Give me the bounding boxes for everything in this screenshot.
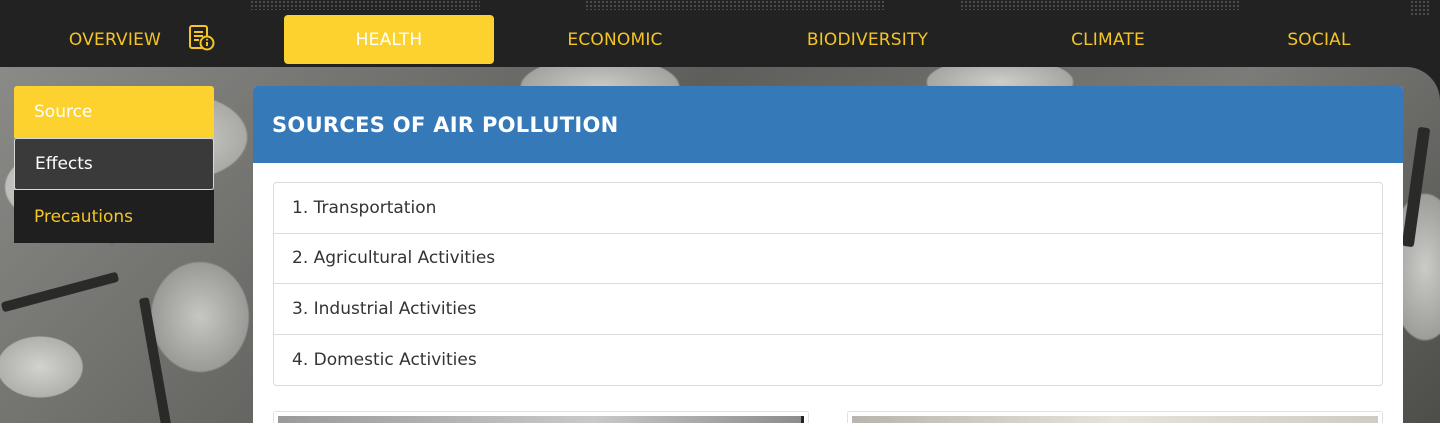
image-card[interactable] bbox=[847, 411, 1383, 423]
list-item-label: 1. Transportation bbox=[292, 197, 437, 218]
side-item-precautions[interactable]: Precautions bbox=[14, 190, 214, 243]
list-item[interactable]: 4. Domestic Activities bbox=[274, 335, 1382, 386]
list-item[interactable]: 3. Industrial Activities bbox=[274, 284, 1382, 335]
nav-decoration bbox=[585, 0, 885, 10]
nav-item-biodiversity[interactable]: BIODIVERSITY bbox=[780, 15, 955, 64]
nav-item-label: BIODIVERSITY bbox=[806, 29, 929, 50]
side-item-effects[interactable]: Effects bbox=[14, 138, 214, 190]
nav-item-health[interactable]: HEALTH bbox=[284, 15, 494, 64]
background-detail bbox=[138, 297, 172, 423]
side-item-source[interactable]: Source bbox=[14, 86, 214, 138]
background-detail bbox=[1401, 126, 1431, 248]
list-item[interactable]: 1. Transportation bbox=[274, 183, 1382, 234]
list-item-label: 3. Industrial Activities bbox=[292, 298, 477, 319]
nav-item-label: ECONOMIC bbox=[567, 29, 663, 50]
card-header: SOURCES OF AIR POLLUTION bbox=[253, 86, 1403, 163]
side-menu: Source Effects Precautions bbox=[14, 86, 214, 243]
list-item[interactable]: 2. Agricultural Activities bbox=[274, 234, 1382, 284]
nav-item-economic[interactable]: ECONOMIC bbox=[530, 15, 700, 64]
sources-list: 1. Transportation 2. Agricultural Activi… bbox=[273, 182, 1383, 386]
nav-item-overview[interactable]: OVERVIEW bbox=[50, 15, 180, 64]
nav-item-label: HEALTH bbox=[355, 29, 423, 50]
image-card[interactable] bbox=[273, 411, 809, 423]
content-card: SOURCES OF AIR POLLUTION 1. Transportati… bbox=[253, 86, 1403, 423]
side-item-label: Source bbox=[34, 102, 93, 122]
top-nav: OVERVIEW HEALTH ECONOMIC BIODIVERSITY CL… bbox=[0, 0, 1440, 67]
thumbnail-image bbox=[278, 416, 804, 423]
list-item-label: 2. Agricultural Activities bbox=[292, 248, 496, 269]
nav-item-climate[interactable]: CLIMATE bbox=[1040, 15, 1176, 64]
nav-item-label: CLIMATE bbox=[1071, 29, 1145, 50]
nav-item-label: SOCIAL bbox=[1287, 29, 1351, 50]
list-item-label: 4. Domestic Activities bbox=[292, 349, 477, 370]
background-detail bbox=[0, 271, 120, 313]
document-info-icon[interactable] bbox=[187, 24, 217, 52]
nav-item-social[interactable]: SOCIAL bbox=[1260, 15, 1378, 64]
side-item-label: Effects bbox=[35, 154, 93, 174]
page-title: SOURCES OF AIR POLLUTION bbox=[272, 112, 619, 137]
nav-decoration bbox=[250, 0, 480, 10]
nav-decoration bbox=[1410, 0, 1430, 16]
nav-decoration bbox=[960, 0, 1240, 10]
side-item-label: Precautions bbox=[34, 206, 133, 227]
thumbnail-image bbox=[852, 416, 1378, 423]
nav-item-label: OVERVIEW bbox=[68, 29, 162, 50]
